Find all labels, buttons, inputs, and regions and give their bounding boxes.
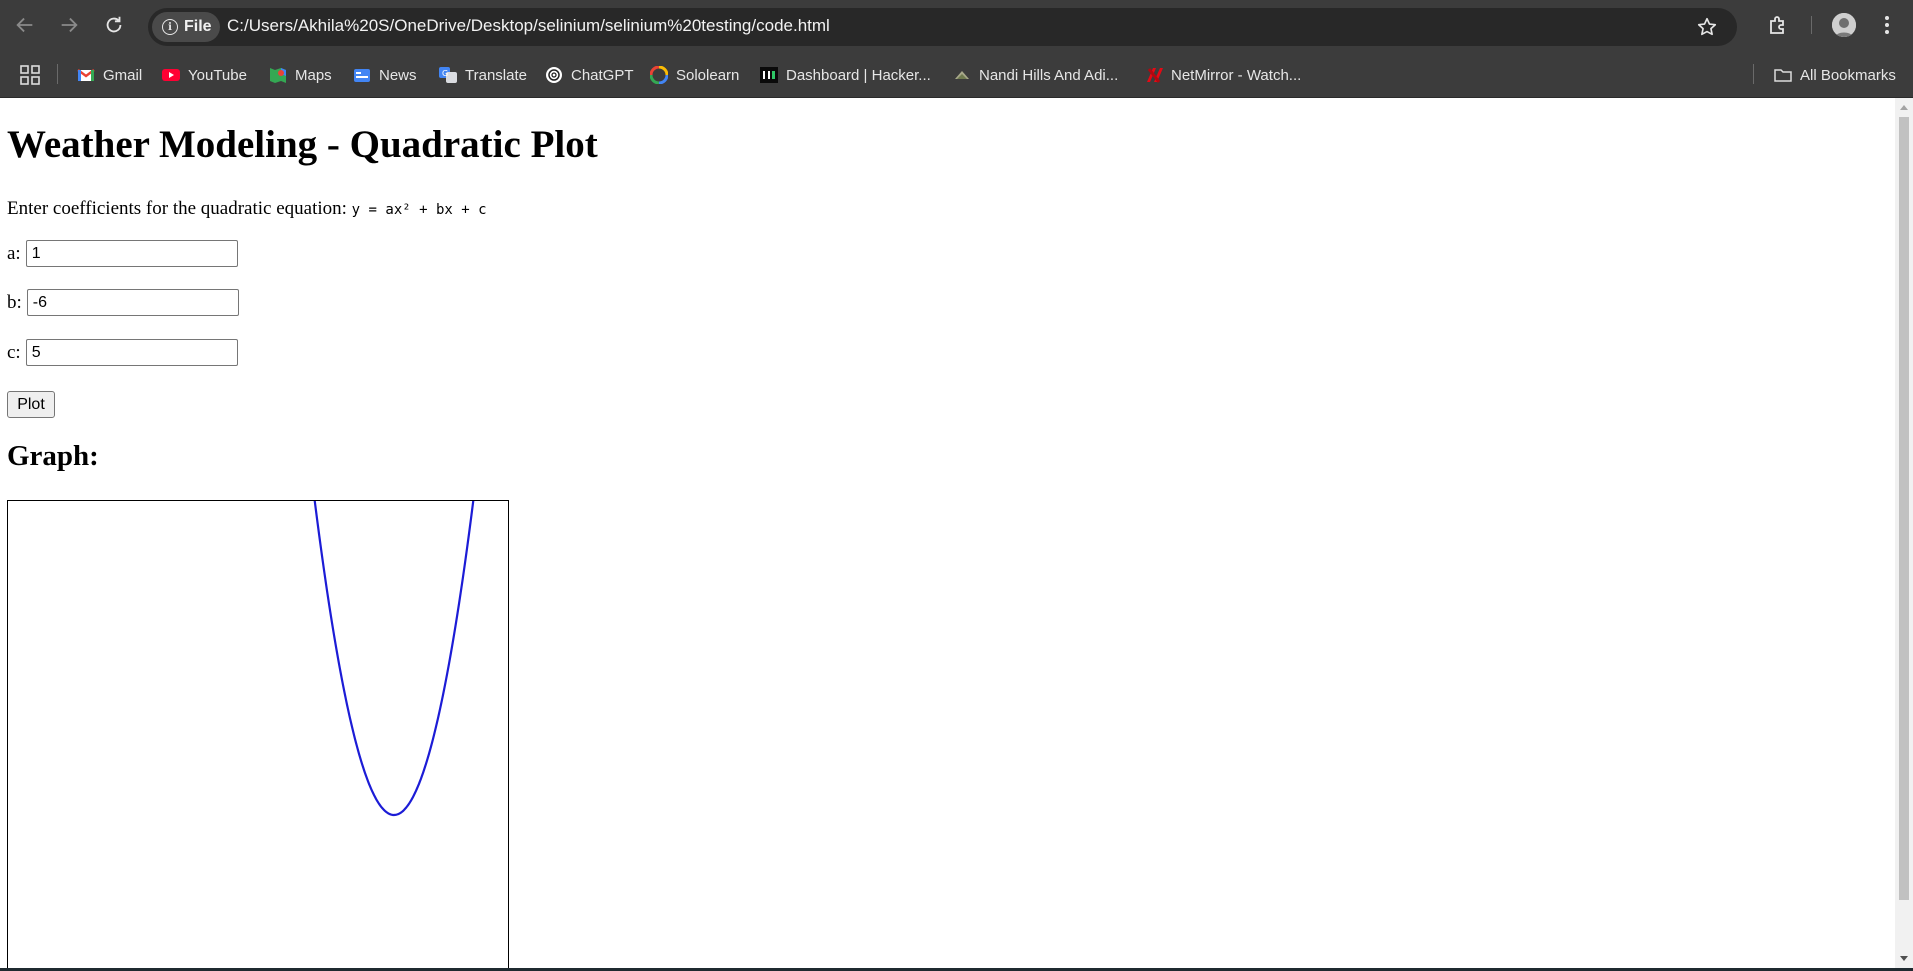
scroll-thumb[interactable] <box>1899 117 1909 900</box>
bookmark-nandi-hills[interactable]: Nandi Hills And Adi... <box>953 61 1118 89</box>
coefficient-c-input[interactable] <box>25 339 238 366</box>
graph-canvas <box>7 500 509 970</box>
hackerrank-icon <box>760 67 778 83</box>
field-label-a: a: <box>7 242 21 264</box>
field-row-c: c: <box>7 339 238 366</box>
bookmark-youtube[interactable]: YouTube <box>162 61 247 89</box>
svg-text:G: G <box>442 69 448 78</box>
browser-toolbar: i File C:/Users/Akhila%20S/OneDrive/Desk… <box>0 0 1913 52</box>
sololearn-icon <box>650 66 668 84</box>
bookmark-chatgpt[interactable]: ChatGPT <box>545 61 634 89</box>
page-content: Weather Modeling - Quadratic Plot Enter … <box>0 98 1895 970</box>
bookmark-label: Translate <box>465 66 527 84</box>
bookmark-label: Maps <box>295 66 332 84</box>
star-icon[interactable] <box>1696 16 1718 38</box>
extensions-icon[interactable] <box>1766 13 1790 37</box>
reload-icon <box>106 16 122 33</box>
graph-heading: Graph: <box>7 440 99 472</box>
arrow-left-icon <box>16 17 33 33</box>
page-title: Weather Modeling - Quadratic Plot <box>7 123 598 166</box>
bookmark-hackerrank[interactable]: Dashboard | Hacker... <box>760 61 931 89</box>
kebab-menu-icon[interactable] <box>1880 13 1894 37</box>
bookmark-gmail[interactable]: Gmail <box>77 61 142 89</box>
quadratic-chart <box>313 501 475 817</box>
bookmark-translate[interactable]: G Translate <box>439 61 527 89</box>
bookmark-maps[interactable]: Maps <box>269 61 332 89</box>
bookmark-netmirror[interactable]: NetMirror - Watch... <box>1145 61 1301 89</box>
folder-icon <box>1774 69 1792 82</box>
gmail-icon <box>77 69 95 81</box>
coefficient-a-input[interactable] <box>25 240 238 267</box>
apps-grid-icon[interactable] <box>20 65 40 85</box>
instruction-label: Enter coefficients for the quadratic equ… <box>7 198 347 219</box>
field-row-b: b: <box>7 289 239 316</box>
field-label-b: b: <box>7 291 22 313</box>
quadratic-curve <box>313 501 475 817</box>
bookmarks-divider <box>1753 64 1754 84</box>
bookmarks-divider <box>57 64 58 84</box>
netmirror-icon <box>1147 68 1163 83</box>
file-chip-label: File <box>184 18 212 35</box>
plot-button[interactable]: Plot <box>7 391 55 418</box>
field-label-c: c: <box>7 341 21 363</box>
profile-avatar[interactable] <box>1832 13 1856 37</box>
instruction-text: Enter coefficients for the quadratic equ… <box>7 198 487 220</box>
forward-button[interactable] <box>54 10 84 40</box>
bookmark-news[interactable]: News <box>353 61 417 89</box>
coefficient-b-input[interactable] <box>26 289 239 316</box>
nandi-hills-icon <box>955 71 969 79</box>
bookmarks-bar: Gmail YouTube Maps News G Translate Chat… <box>0 52 1913 98</box>
field-row-a: a: <box>7 240 238 267</box>
equation-code: y = ax² + bx + c <box>351 202 487 218</box>
news-icon <box>354 69 370 82</box>
youtube-icon <box>162 69 180 81</box>
back-button[interactable] <box>10 10 40 40</box>
toolbar-divider <box>1811 16 1812 34</box>
all-bookmarks-button[interactable]: All Bookmarks <box>1774 61 1896 89</box>
bookmark-label: Gmail <box>103 66 143 84</box>
profile-picture-icon <box>1832 13 1856 37</box>
scroll-down-icon[interactable] <box>1900 956 1908 961</box>
site-info-chip[interactable]: i File <box>152 12 220 42</box>
bookmark-label: ChatGPT <box>571 66 634 84</box>
bookmark-label: NetMirror - Watch... <box>1171 66 1302 84</box>
arrow-right-icon <box>61 17 78 33</box>
url-text[interactable]: C:/Users/Akhila%20S/OneDrive/Desktop/sel… <box>227 16 830 36</box>
chatgpt-icon <box>546 67 562 83</box>
bookmark-label: YouTube <box>188 66 247 84</box>
reload-button[interactable] <box>99 10 129 40</box>
translate-icon: G <box>439 67 457 83</box>
vertical-scrollbar[interactable] <box>1895 98 1913 968</box>
scroll-up-icon[interactable] <box>1900 105 1908 110</box>
address-bar[interactable]: i File C:/Users/Akhila%20S/OneDrive/Desk… <box>148 8 1737 46</box>
bookmark-sololearn[interactable]: Sololearn <box>650 61 739 89</box>
bookmark-label: Nandi Hills And Adi... <box>979 66 1119 84</box>
info-icon: i <box>162 19 178 35</box>
maps-icon <box>270 68 286 83</box>
bookmark-label: Sololearn <box>676 66 740 84</box>
bookmark-label: Dashboard | Hacker... <box>786 66 931 84</box>
all-bookmarks-label: All Bookmarks <box>1800 66 1896 84</box>
bookmark-label: News <box>379 66 417 84</box>
